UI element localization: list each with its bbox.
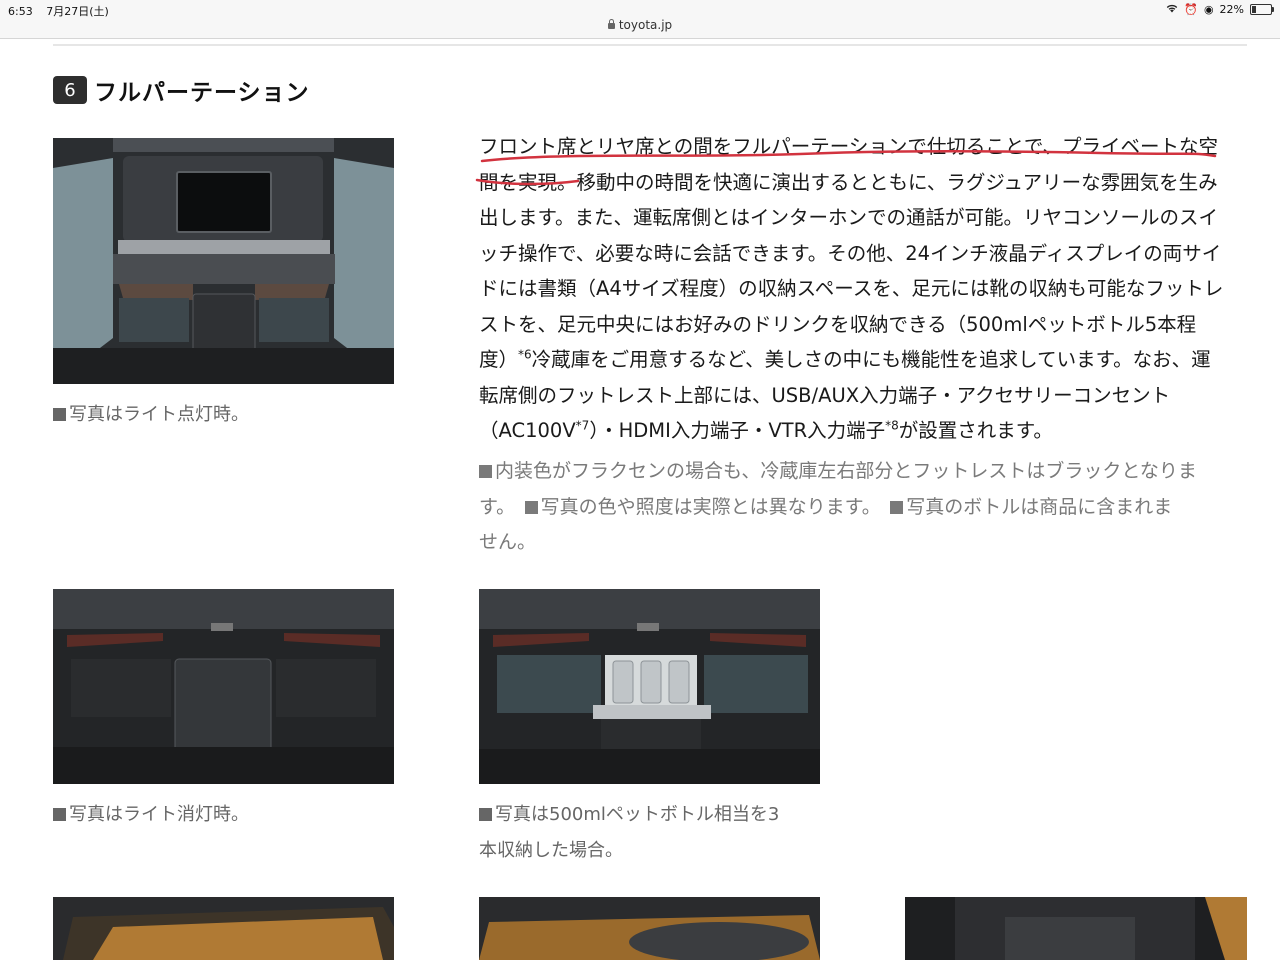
body-line: 転席側のフットレスト上部には、USB/AUX入力端子・アクセサリーコンセント [479, 383, 1171, 407]
note-text: 内装色がフラクセンの場合も、冷蔵庫左右部分とフットレストはブラックとなりま [495, 460, 1197, 482]
caption-line: 本収納した場合。 [479, 840, 623, 861]
alarm-icon: ⏰ [1184, 3, 1198, 16]
status-left: 6:53 7月27日(土) [8, 3, 119, 19]
note-line: せん。 [479, 531, 537, 553]
feature-description: フロント席とリヤ席との間をフルパーテーションで仕切ることで、プライベートな空 間… [479, 129, 1247, 449]
body-line: フロント席とリヤ席との間をフルパーテーションで仕切ることで、プライベートな空 [479, 135, 1219, 158]
footnote-ref-7[interactable]: *7 [576, 419, 590, 433]
url-text: toyota.jp [618, 18, 673, 32]
disclaimer-notes: 内装色がフラクセンの場合も、冷蔵庫左右部分とフットレストはブラックとなりま す。… [479, 454, 1247, 561]
body-line: ストを、足元中央にはお好みのドリンクを収納できる（500mlペットボトル5本程 [479, 312, 1197, 336]
body-text-span: ）・HDMI入力端子・VTR入力端子 [589, 419, 886, 442]
square-bullet-icon [53, 408, 66, 421]
status-right: ⏰ ◉ 22% [1166, 3, 1274, 16]
note-text: 写真の色や照度は実際とは異なります。 [540, 495, 872, 518]
console-photo-3 [905, 897, 1247, 960]
caption-line: 写真は500mlペットボトル相当を3 [479, 797, 779, 833]
battery-percent: 22% [1219, 3, 1244, 16]
section-number-badge: 6 [53, 76, 87, 104]
square-bullet-icon [479, 808, 492, 821]
status-date: 7月27日(土) [46, 5, 109, 18]
photo1-caption-text: 写真はライト点灯時。 [69, 404, 249, 425]
body-text-span: 冷蔵庫をご用意するなど、美しさの中にも機能性を追求しています。なお、運 [531, 348, 1211, 371]
lock-icon [607, 19, 615, 29]
body-text-span: （AC100V [479, 419, 576, 442]
note-line: 内装色がフラクセンの場合も、冷蔵庫左右部分とフットレストはブラックとなりま [479, 454, 1247, 490]
partition-photo-fridge-bottles [479, 589, 820, 784]
note-line: す。 写真の色や照度は実際とは異なります。 写真のボトルは商品に含まれま [479, 490, 1247, 526]
footnote-ref-8[interactable]: *8 [885, 419, 899, 433]
rotation-lock-icon: ◉ [1203, 3, 1214, 16]
status-time: 6:53 [8, 5, 33, 18]
square-bullet-icon [53, 808, 66, 821]
square-bullet-icon [524, 500, 538, 514]
footnote-ref-6[interactable]: *6 [518, 348, 532, 362]
photo1-caption: 写真はライト点灯時。 [53, 397, 249, 433]
body-line: （AC100V*7）・HDMI入力端子・VTR入力端子*8が設置されます。 [479, 413, 1247, 449]
body-text-span: 度） [479, 348, 519, 371]
square-bullet-icon [479, 465, 492, 478]
address-bar[interactable]: toyota.jp [0, 18, 1280, 32]
section-title: フルパーテーション [94, 80, 310, 106]
body-line: 間を実現。移動中の時間を快適に演出するとともに、ラグジュアリーな雰囲気を生み [479, 170, 1218, 194]
photo2-caption-text: 写真はライト消灯時。 [69, 804, 249, 825]
photo3-caption: 写真は500mlペットボトル相当を3 本収納した場合。 [479, 797, 779, 869]
body-line: 度）*6冷蔵庫をご用意するなど、美しさの中にも機能性を追求しています。なお、運 [479, 342, 1247, 378]
body-text-span: が設置されます。 [898, 419, 1053, 442]
partition-photo-lights-on [53, 138, 394, 384]
photo3-caption-text: 写真は500mlペットボトル相当を3 [495, 804, 780, 825]
note-text: す。 [479, 495, 506, 518]
body-line: ッチ操作で、必要な時に会話できます。その他、24インチ液晶ディスプレイの両サイ [479, 241, 1222, 265]
section-heading: 6 フルパーテーション [53, 73, 310, 107]
note-text: 写真のボトルは商品に含まれま [906, 495, 1173, 518]
footrest-photo-2 [479, 897, 820, 960]
wifi-icon [1166, 3, 1178, 16]
status-bar: 6:53 7月27日(土) toyota.jp ⏰ ◉ 22% [0, 0, 1280, 39]
footrest-photo-1 [53, 897, 394, 960]
body-line: 出します。また、運転席側とはインターホンでの通話が可能。リヤコンソールのスイ [479, 206, 1219, 229]
partition-photo-lights-off [53, 589, 394, 784]
battery-fill [1252, 6, 1256, 13]
battery-icon [1250, 4, 1274, 15]
photo2-caption: 写真はライト消灯時。 [53, 797, 249, 833]
body-line: ドには書類（A4サイズ程度）の収納スペースを、足元には靴の収納も可能なフットレ [479, 277, 1224, 300]
square-bullet-icon [890, 500, 904, 514]
section-divider [53, 44, 1247, 46]
